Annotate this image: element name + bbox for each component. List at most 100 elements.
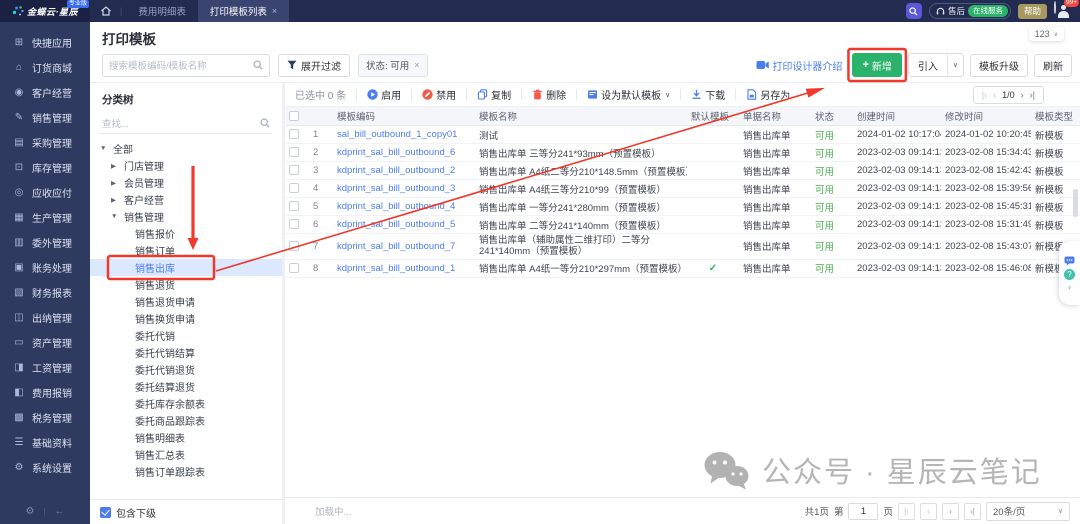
template-code-link[interactable]: kdprint_sal_bill_outbound_6 [337, 147, 455, 158]
template-code-link[interactable]: sal_bill_outbound_1_copy01 [337, 129, 457, 140]
home-icon[interactable] [100, 5, 112, 17]
sidebar-item-费用报销[interactable]: ◧ 费用报销 [0, 380, 90, 405]
sidebar-item-系统设置[interactable]: ⚙ 系统设置 [0, 455, 90, 480]
include-sub-checkbox[interactable] [100, 507, 111, 518]
template-code-link[interactable]: kdprint_sal_bill_outbound_2 [337, 165, 455, 176]
tree-node-销售管理[interactable]: ▼ 销售管理 [90, 208, 282, 225]
chat-icon[interactable] [1064, 256, 1075, 266]
sidebar-item-销售管理[interactable]: ✎ 销售管理 [0, 105, 90, 130]
tree-node-销售退货申请[interactable]: 销售退货申请 [90, 293, 282, 310]
tree-node-委托代销[interactable]: 委托代销 [90, 327, 282, 344]
after-sales-service-button[interactable]: 售后 在线服务 [929, 3, 1011, 19]
template-code-link[interactable]: kdprint_sal_bill_outbound_5 [337, 219, 455, 230]
sidebar-settings-icon[interactable]: ⚙ [25, 506, 34, 517]
enable-button[interactable]: 启用 [367, 87, 401, 102]
sidebar-item-快捷应用[interactable]: ⊞ 快捷应用 [0, 30, 90, 55]
template-search-input[interactable]: 搜索模板编码/模板名称 [102, 54, 270, 77]
template-code-link[interactable]: kdprint_sal_bill_outbound_4 [337, 201, 455, 212]
next-page-icon[interactable]: › [1021, 90, 1024, 100]
template-code-link[interactable]: kdprint_sal_bill_outbound_1 [337, 263, 455, 274]
tree-node-销售报价[interactable]: 销售报价 [90, 225, 282, 242]
tree-node-委托结算退货[interactable]: 委托结算退货 [90, 378, 282, 395]
tab-1[interactable]: 费用明细表 [126, 0, 198, 22]
tree-node-全部[interactable]: ▼ 全部 [90, 140, 282, 157]
next-page-button[interactable]: › [942, 503, 959, 520]
download-button[interactable]: 下载 [691, 87, 725, 102]
template-upgrade-button[interactable]: 模板升级 [970, 54, 1028, 77]
page-size-select[interactable]: 20条/页 ∨ [986, 502, 1070, 521]
sidebar-item-生产管理[interactable]: ▦ 生产管理 [0, 205, 90, 230]
count-dropdown[interactable]: 123 ∨ [1029, 27, 1064, 41]
tree-node-会员管理[interactable]: ▶ 会员管理 [90, 174, 282, 191]
row-checkbox[interactable] [289, 241, 299, 251]
sidebar-item-工资管理[interactable]: ◨ 工资管理 [0, 355, 90, 380]
tab-2[interactable]: 打印模板列表× [198, 0, 289, 22]
sidebar-item-资产管理[interactable]: ▭ 资产管理 [0, 330, 90, 355]
tree-node-销售订单[interactable]: 销售订单 [90, 242, 282, 259]
chevron-down-icon[interactable]: ∨ [947, 54, 963, 76]
sidebar-collapse-icon[interactable]: ← [55, 506, 65, 517]
sidebar-item-采购管理[interactable]: ▤ 采购管理 [0, 130, 90, 155]
row-checkbox[interactable] [289, 165, 299, 175]
question-icon[interactable]: ? [1064, 269, 1075, 280]
template-code-link[interactable]: kdprint_sal_bill_outbound_7 [337, 241, 455, 252]
tree-node-委托库存余额表[interactable]: 委托库存余额表 [90, 395, 282, 412]
tree-node-销售明细表[interactable]: 销售明细表 [90, 429, 282, 446]
tree-node-委托商品跟踪表[interactable]: 委托商品跟踪表 [90, 412, 282, 429]
tree-node-销售订单跟踪表[interactable]: 销售订单跟踪表 [90, 463, 282, 480]
tree-node-销售出库[interactable]: 销售出库 [90, 259, 282, 276]
sidebar-item-库存管理[interactable]: ⊡ 库存管理 [0, 155, 90, 180]
sidebar-item-财务报表[interactable]: ▧ 财务报表 [0, 280, 90, 305]
set-default-template-button[interactable]: 设为默认模板 ∨ [587, 87, 670, 102]
last-page-icon[interactable]: ›| [1030, 90, 1035, 100]
help-button[interactable]: 帮助 [1018, 4, 1047, 19]
sidebar-item-税务管理[interactable]: ▩ 税务管理 [0, 405, 90, 430]
row-checkbox[interactable] [289, 183, 299, 193]
tree-node-委托代销结算[interactable]: 委托代销结算 [90, 344, 282, 361]
row-checkbox[interactable] [289, 219, 299, 229]
sidebar-item-账务处理[interactable]: ▣ 账务处理 [0, 255, 90, 280]
select-all-checkbox[interactable] [289, 111, 299, 121]
tree-node-门店管理[interactable]: ▶ 门店管理 [90, 157, 282, 174]
tree-search-input[interactable]: 查找... [100, 113, 272, 134]
sidebar-item-应收应付[interactable]: ◎ 应收应付 [0, 180, 90, 205]
close-icon[interactable]: × [414, 60, 419, 70]
tree-node-销售换货申请[interactable]: 销售换货申请 [90, 310, 282, 327]
sidebar-item-基础资料[interactable]: ☰ 基础资料 [0, 430, 90, 455]
sidebar-item-出纳管理[interactable]: ◫ 出纳管理 [0, 305, 90, 330]
disable-button[interactable]: 禁用 [422, 87, 456, 102]
prev-page-button[interactable]: ‹ [920, 503, 937, 520]
first-page-icon[interactable]: |‹ [982, 90, 987, 100]
template-code-link[interactable]: kdprint_sal_bill_outbound_3 [337, 183, 455, 194]
row-checkbox[interactable] [289, 129, 299, 139]
add-button[interactable]: + 新增 [852, 53, 901, 77]
row-checkbox[interactable] [289, 263, 299, 273]
tree-node-委托代销退货[interactable]: 委托代销退货 [90, 361, 282, 378]
row-checkbox[interactable] [289, 201, 299, 211]
copy-button[interactable]: 复制 [477, 87, 511, 102]
page-number-input[interactable]: 1 [848, 503, 878, 520]
delete-button[interactable]: 删除 [532, 87, 566, 102]
print-designer-intro-link[interactable]: 打印设计器介绍 [756, 58, 842, 73]
import-button[interactable]: 引入 [909, 54, 947, 76]
status-filter-tag[interactable]: 状态: 可用 × [358, 54, 428, 77]
expand-filter-button[interactable]: 展开过滤 [278, 54, 350, 77]
global-search-button[interactable] [906, 3, 922, 19]
tree-node-客户经营[interactable]: ▶ 客户经营 [90, 191, 282, 208]
refresh-button[interactable]: 刷新 [1034, 54, 1072, 77]
first-page-button[interactable]: |‹ [898, 503, 915, 520]
sidebar-item-订货商城[interactable]: ⌂ 订货商城 [0, 55, 90, 80]
save-as-button[interactable]: 另存为 [746, 87, 790, 102]
tab-close-icon[interactable]: × [272, 6, 277, 16]
user-avatar[interactable]: 99+ [1054, 2, 1072, 20]
sidebar-item-委外管理[interactable]: ▥ 委外管理 [0, 230, 90, 255]
tree-node-销售退货[interactable]: 销售退货 [90, 276, 282, 293]
chevron-right-icon[interactable]: › [1068, 283, 1071, 291]
scrollbar-thumb[interactable] [1073, 189, 1078, 217]
prev-page-icon[interactable]: ‹ [993, 90, 996, 100]
tree-node-销售汇总表[interactable]: 销售汇总表 [90, 446, 282, 463]
row-checkbox[interactable] [289, 147, 299, 157]
last-page-button[interactable]: ›| [964, 503, 981, 520]
sales-icon: ✎ [13, 112, 25, 124]
sidebar-item-客户经营[interactable]: ◉ 客户经营 [0, 80, 90, 105]
